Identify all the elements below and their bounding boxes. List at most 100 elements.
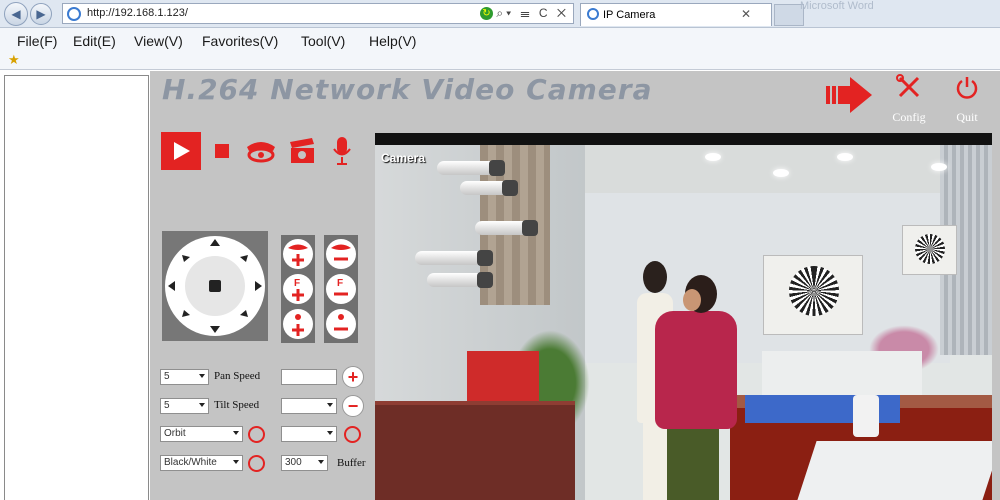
pan-speed-label: Pan Speed: [214, 370, 261, 382]
brand-title: H.264 Network Video Camera: [162, 73, 653, 106]
snapshot-button[interactable]: [287, 132, 317, 170]
plus-icon: +: [347, 367, 359, 387]
dropdown-arrow-icon: [199, 403, 205, 407]
plus-button[interactable]: +: [342, 366, 364, 388]
play-button[interactable]: [161, 132, 201, 170]
tilt-speed-value: 5: [164, 400, 170, 411]
video-bullet-camera: [475, 220, 538, 236]
pan-speed-field[interactable]: [281, 369, 337, 385]
play-icon: [174, 142, 190, 160]
video-ceiling-light: [837, 153, 853, 161]
pan-speed-value: 5: [164, 371, 170, 382]
buffer-value: 300: [285, 457, 302, 468]
color-mode-value: Black/White: [164, 457, 217, 468]
microphone-button[interactable]: [331, 132, 353, 170]
video-ceiling-light: [773, 169, 789, 177]
back-arrow-icon: ◀: [11, 7, 21, 21]
dropdown-arrow-icon: [233, 460, 239, 464]
focus-out-icon: F: [334, 278, 348, 296]
focus-in-button[interactable]: F: [283, 274, 313, 304]
menu-help[interactable]: Help(V): [369, 33, 416, 49]
tab-title: IP Camera: [603, 9, 656, 21]
pan-speed-select[interactable]: 5: [160, 369, 209, 385]
preset-call-select[interactable]: [281, 426, 337, 442]
focus-out-button[interactable]: F: [326, 274, 356, 304]
zoom-out-button[interactable]: [326, 239, 356, 269]
adjust-minus-column: F: [324, 235, 358, 343]
red-arrow-icon: [826, 77, 872, 113]
color-mode-toggle[interactable]: [248, 455, 265, 472]
focus-in-icon: F: [292, 278, 304, 301]
forward-button[interactable]: ▶: [30, 3, 52, 25]
video-person-red-top: [649, 275, 739, 500]
orbit-toggle[interactable]: [248, 426, 265, 443]
video-ceiling-light: [705, 153, 721, 161]
dropdown-arrow-icon: [318, 460, 324, 464]
brightness-down-icon: [334, 314, 348, 331]
siemens-star: [789, 266, 839, 316]
video-bullet-camera: [460, 180, 518, 196]
menu-bar: File(F) Edit(E) View(V) Favorites(V) Too…: [0, 28, 1000, 70]
orbit-select[interactable]: Orbit: [160, 426, 243, 442]
video-red-box: [467, 351, 539, 403]
video-bullet-camera: [437, 160, 505, 176]
video-test-chart-small: [902, 225, 957, 275]
zoom-in-button[interactable]: [283, 239, 313, 269]
video-ceiling-light: [931, 163, 947, 171]
quit-button[interactable]: Quit: [942, 73, 992, 125]
background-window-title: Microsoft Word: [800, 0, 874, 12]
video-feed[interactable]: Camera: [375, 133, 992, 500]
wrench-screwdriver-icon: [896, 74, 920, 98]
favorites-star-icon[interactable]: ★: [8, 52, 20, 68]
zoom-out-icon: [331, 244, 351, 261]
minus-button[interactable]: −: [342, 395, 364, 417]
url-tools[interactable]: ⌕▾ ☰ C ✕: [496, 6, 569, 21]
orbit-value: Orbit: [164, 428, 186, 439]
stop-button[interactable]: [212, 132, 232, 170]
record-icon: [247, 142, 275, 163]
menu-file[interactable]: File(F): [17, 33, 57, 49]
color-mode-select[interactable]: Black/White: [160, 455, 243, 471]
back-button[interactable]: ◀: [4, 2, 28, 26]
dropdown-arrow-icon: [327, 403, 333, 407]
url-field[interactable]: http://192.168.1.123/ ↻ ⌕▾ ☰ C ✕: [62, 3, 574, 24]
compatibility-icon[interactable]: ↻: [480, 7, 493, 20]
tab-ie-icon: [587, 8, 599, 20]
dropdown-arrow-icon: [327, 431, 333, 435]
left-frame: [4, 75, 149, 500]
menu-view[interactable]: View(V): [134, 33, 183, 49]
page-content: H.264 Network Video Camera Config Quit F…: [0, 71, 1000, 500]
tilt-speed-select[interactable]: 5: [160, 398, 209, 414]
quit-label: Quit: [956, 110, 978, 124]
clapperboard-icon: [290, 138, 314, 163]
buffer-select[interactable]: 300: [281, 455, 328, 471]
video-shelf: [762, 351, 922, 397]
menu-edit[interactable]: Edit(E): [73, 33, 116, 49]
menu-favorites[interactable]: Favorites(V): [202, 33, 278, 49]
stop-icon: [215, 144, 229, 158]
tab-ip-camera[interactable]: IP Camera ✕: [580, 3, 772, 26]
preset-select[interactable]: [281, 398, 337, 414]
tilt-speed-label: Tilt Speed: [214, 399, 260, 411]
pan-center-button[interactable]: [209, 280, 221, 292]
brightness-up-icon: [292, 314, 304, 336]
camera-app: H.264 Network Video Camera Config Quit F…: [150, 71, 1000, 500]
preset-call-toggle[interactable]: [344, 426, 361, 443]
config-label: Config: [892, 110, 926, 124]
forward-arrow-icon: ▶: [36, 7, 46, 21]
config-button[interactable]: Config: [884, 73, 934, 125]
dropdown-arrow-icon: [199, 374, 205, 378]
menu-tool[interactable]: Tool(V): [301, 33, 345, 49]
svg-text:F: F: [294, 278, 300, 289]
brightness-up-button[interactable]: [283, 309, 313, 339]
address-bar-row: ◀ ▶ http://192.168.1.123/ ↻ ⌕▾ ☰ C ✕ IP …: [0, 0, 1000, 28]
ie-icon: [67, 7, 81, 21]
record-button[interactable]: [244, 132, 278, 170]
adjust-plus-column: F: [281, 235, 315, 343]
video-osd-label: Camera: [381, 151, 426, 165]
url-text: http://192.168.1.123/: [87, 7, 188, 19]
tab-close-icon[interactable]: ✕: [741, 7, 751, 21]
dropdown-arrow-icon: [233, 431, 239, 435]
brightness-down-button[interactable]: [326, 309, 356, 339]
minus-icon: −: [347, 396, 359, 416]
